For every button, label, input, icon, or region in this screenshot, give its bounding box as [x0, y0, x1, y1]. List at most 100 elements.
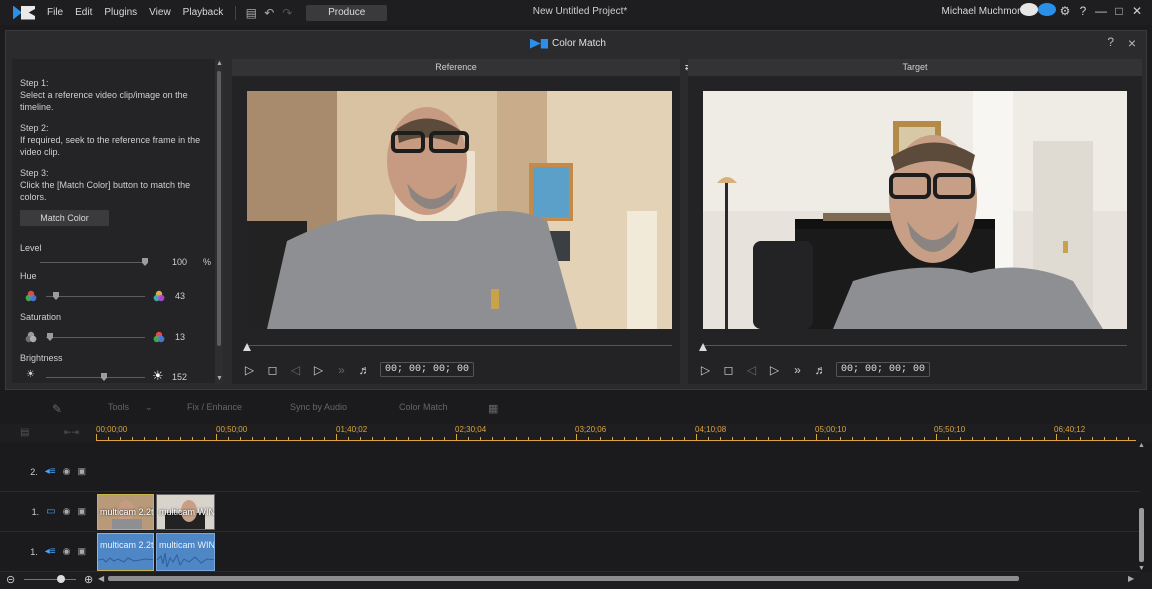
- ruler-tick: [348, 437, 349, 440]
- level-value: 100: [172, 257, 188, 267]
- undo-icon[interactable]: ↶: [260, 6, 278, 20]
- stop-icon[interactable]: ◻: [717, 363, 740, 377]
- zoom-bar: ⊝ ⊕ ◀ ▶: [0, 572, 1152, 589]
- hue-slider[interactable]: [46, 296, 145, 297]
- scroll-down-icon[interactable]: ▼: [216, 375, 223, 382]
- save-icon[interactable]: ▤: [242, 6, 260, 20]
- play-icon[interactable]: ▷: [694, 363, 717, 377]
- menu-plugins[interactable]: Plugins: [98, 7, 143, 18]
- target-playback-controls: ▷ ◻ ◁ ▷ » ♬ 00; 00; 00; 00: [694, 362, 931, 377]
- visibility-eye-icon[interactable]: ◉: [63, 546, 71, 557]
- volume-icon[interactable]: ♬: [809, 363, 832, 377]
- notification-icon[interactable]: [1038, 3, 1056, 19]
- fit-timeline-icon[interactable]: ⇤⇥: [64, 427, 79, 438]
- user-name[interactable]: Michael Muchmore: [942, 6, 1026, 17]
- dialog-help-icon[interactable]: ?: [1107, 35, 1114, 49]
- level-slider-knob[interactable]: [142, 258, 148, 266]
- menu-view[interactable]: View: [143, 7, 177, 18]
- track-manager-icon[interactable]: ▤: [20, 427, 29, 438]
- tools-chevron-down-icon[interactable]: ⌄: [145, 402, 153, 413]
- scroll-down-icon[interactable]: ▼: [1138, 565, 1145, 572]
- step-2-title: Step 2:: [20, 123, 49, 133]
- step-3-title: Step 3:: [20, 168, 49, 178]
- track-header: 1. ▭ ◉ ▣: [0, 492, 96, 531]
- ruler-tick: [396, 437, 397, 440]
- track-header: 2. ◂≡ ◉ ▣: [0, 452, 96, 491]
- help-icon[interactable]: ?: [1074, 4, 1092, 18]
- settings-gear-icon[interactable]: ⚙: [1056, 4, 1074, 18]
- redo-icon[interactable]: ↷: [278, 6, 296, 20]
- close-window-icon[interactable]: ✕: [1128, 4, 1146, 18]
- zoom-in-icon[interactable]: ⊕: [84, 573, 93, 586]
- target-scrub-track[interactable]: [703, 345, 1127, 346]
- level-slider[interactable]: [40, 262, 147, 263]
- dialog-close-icon[interactable]: ×: [1128, 35, 1136, 51]
- hue-slider-knob[interactable]: [53, 292, 59, 300]
- ruler-tick: [588, 437, 589, 440]
- reference-scrub-track[interactable]: [247, 345, 672, 346]
- saturation-value: 13: [175, 332, 186, 342]
- account-icon[interactable]: [1020, 3, 1038, 19]
- color-match-button[interactable]: Color Match: [399, 402, 448, 412]
- subtitle-icon[interactable]: ▦: [488, 402, 498, 415]
- ruler-tick: [504, 437, 505, 440]
- ruler-tick: [528, 437, 529, 440]
- reference-timecode[interactable]: 00; 00; 00; 00: [380, 362, 475, 377]
- lock-icon[interactable]: ▣: [77, 466, 86, 477]
- reference-playhead[interactable]: [243, 343, 251, 351]
- volume-icon[interactable]: ♬: [353, 363, 376, 377]
- timeline-vertical-scrollbar[interactable]: ▲ ▼: [1138, 442, 1146, 572]
- scrollbar-thumb[interactable]: [1139, 508, 1144, 562]
- step-2: Step 2: If required, seek to the referen…: [20, 122, 206, 158]
- target-playhead[interactable]: [699, 343, 707, 351]
- audio-clip-2[interactable]: multicam WIN: [156, 533, 215, 571]
- audio-clip-1[interactable]: multicam 2.2t: [97, 533, 154, 571]
- saturation-slider[interactable]: [46, 337, 145, 338]
- fast-forward-icon[interactable]: »: [330, 363, 353, 377]
- next-frame-icon[interactable]: ▷: [307, 363, 330, 377]
- ruler-tick: [516, 437, 517, 440]
- play-icon[interactable]: ▷: [238, 363, 261, 377]
- scroll-left-icon[interactable]: ◀: [98, 574, 104, 583]
- video-clip-2[interactable]: multicam WIN: [156, 494, 215, 530]
- lock-icon[interactable]: ▣: [77, 546, 86, 557]
- menu-edit[interactable]: Edit: [69, 7, 98, 18]
- tools-menu[interactable]: Tools: [108, 402, 129, 412]
- scrollbar-thumb[interactable]: [217, 71, 221, 346]
- zoom-slider-knob[interactable]: [57, 575, 65, 583]
- lock-icon[interactable]: ▣: [77, 506, 86, 517]
- brightness-slider-knob[interactable]: [101, 373, 107, 381]
- menu-playback[interactable]: Playback: [177, 7, 230, 18]
- saturation-slider-knob[interactable]: [47, 333, 53, 341]
- target-timecode[interactable]: 00; 00; 00; 00: [836, 362, 931, 377]
- settings-scrollbar[interactable]: ▲ ▼: [215, 59, 223, 383]
- visibility-eye-icon[interactable]: ◉: [63, 466, 71, 477]
- brightness-slider[interactable]: [46, 377, 145, 378]
- fast-forward-icon[interactable]: »: [786, 363, 809, 377]
- divider: [235, 5, 237, 20]
- produce-button[interactable]: Produce: [306, 4, 388, 21]
- video-clip-1[interactable]: multicam 2.2t: [97, 494, 154, 530]
- horizontal-scrollbar-thumb[interactable]: [108, 576, 1019, 581]
- stop-icon[interactable]: ◻: [261, 363, 284, 377]
- zoom-slider[interactable]: [24, 579, 76, 580]
- previous-frame-icon[interactable]: ◁: [284, 363, 307, 377]
- timeline-ruler[interactable]: 00;00;00 00;50;00 01;40;02 02;30;04 03;2…: [96, 424, 1136, 442]
- scroll-right-icon[interactable]: ▶: [1128, 574, 1134, 583]
- scroll-up-icon[interactable]: ▲: [216, 60, 223, 67]
- previous-frame-icon[interactable]: ◁: [740, 363, 763, 377]
- zoom-out-icon[interactable]: ⊝: [6, 573, 15, 586]
- ruler-tick: [480, 437, 481, 440]
- minimize-icon[interactable]: —: [1092, 4, 1110, 18]
- maximize-icon[interactable]: □: [1110, 4, 1128, 18]
- edit-pencil-icon[interactable]: ✎: [52, 402, 62, 416]
- fix-enhance-button[interactable]: Fix / Enhance: [187, 402, 242, 412]
- ruler-tick: [972, 437, 973, 440]
- match-color-button[interactable]: Match Color: [20, 210, 109, 226]
- ruler-tick: [960, 437, 961, 440]
- scroll-up-icon[interactable]: ▲: [1138, 442, 1145, 449]
- visibility-eye-icon[interactable]: ◉: [63, 506, 71, 517]
- sync-by-audio-button[interactable]: Sync by Audio: [290, 402, 347, 412]
- menu-file[interactable]: File: [41, 7, 69, 18]
- next-frame-icon[interactable]: ▷: [763, 363, 786, 377]
